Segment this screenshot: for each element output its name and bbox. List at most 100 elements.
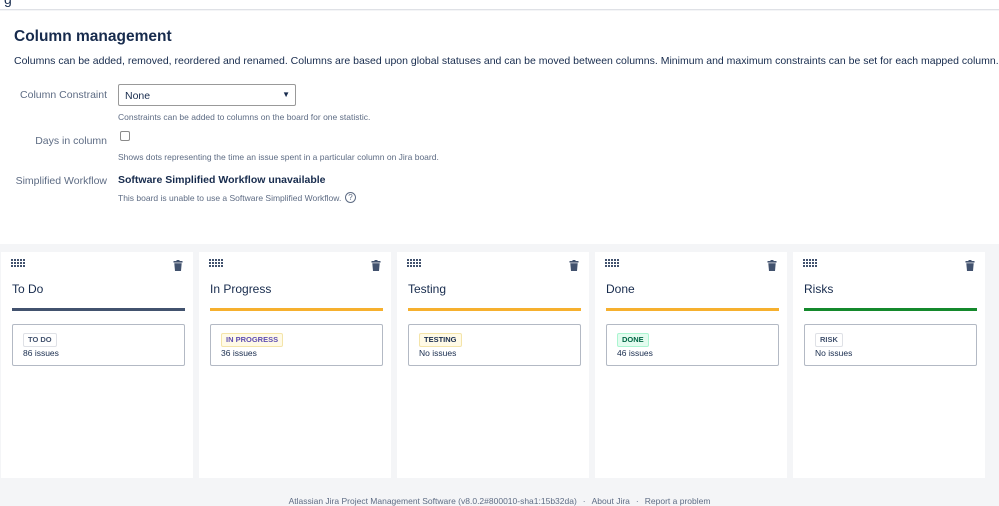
grip-dot [611, 262, 613, 264]
column-color-bar [804, 308, 977, 311]
grip-dot [806, 265, 808, 267]
top-bar-partial-text: g [4, 0, 12, 7]
grip-dot [20, 265, 22, 267]
grip-dot [407, 259, 409, 261]
column-color-bar [210, 308, 383, 311]
issue-count: No issues [419, 348, 457, 358]
grip-dot [617, 262, 619, 264]
trash-icon[interactable] [767, 260, 777, 271]
board-column: Testing TESTING No issues [397, 252, 589, 478]
grip-dot [20, 259, 22, 261]
grip-dot [11, 265, 13, 267]
status-card[interactable]: DONE 46 issues [606, 324, 779, 366]
top-bar: g [0, 0, 999, 10]
status-lozenge: TESTING [419, 333, 462, 347]
issue-count: 46 issues [617, 348, 653, 358]
trash-icon[interactable] [173, 260, 183, 271]
column-color-bar [606, 308, 779, 311]
grip-dot [806, 262, 808, 264]
drag-handle-icon[interactable] [209, 259, 223, 268]
drag-handle-icon[interactable] [605, 259, 619, 268]
status-lozenge: RISK [815, 333, 843, 347]
grip-dot [23, 259, 25, 261]
grip-dot [806, 259, 808, 261]
about-jira-link[interactable]: About Jira [592, 496, 630, 506]
grip-dot [11, 262, 13, 264]
grip-dot [212, 259, 214, 261]
trash-icon[interactable] [965, 260, 975, 271]
grip-dot [215, 265, 217, 267]
page-description: Columns can be added, removed, reordered… [14, 55, 999, 67]
grip-dot [416, 262, 418, 264]
trash-icon[interactable] [371, 260, 381, 271]
column-title[interactable]: Testing [408, 282, 446, 296]
grip-dot [614, 259, 616, 261]
grip-dot [209, 259, 211, 261]
column-color-bar [12, 308, 185, 311]
status-lozenge: DONE [617, 333, 649, 347]
column-title[interactable]: In Progress [210, 282, 271, 296]
drag-handle-icon[interactable] [803, 259, 817, 268]
days-in-column-label: Days in column [35, 135, 107, 147]
grip-dot [605, 262, 607, 264]
grip-dot [416, 259, 418, 261]
column-title[interactable]: To Do [12, 282, 43, 296]
grip-dot [809, 265, 811, 267]
simplified-workflow-help: This board is unable to use a Software S… [118, 193, 342, 203]
grip-dot [14, 265, 16, 267]
status-lozenge: TO DO [23, 333, 57, 347]
grip-dot [410, 265, 412, 267]
days-in-column-checkbox[interactable] [120, 131, 130, 141]
grip-dot [608, 262, 610, 264]
days-in-column-help: Shows dots representing the time an issu… [118, 152, 439, 162]
status-card[interactable]: TO DO 86 issues [12, 324, 185, 366]
grip-dot [803, 265, 805, 267]
status-card[interactable]: RISK No issues [804, 324, 977, 366]
grip-dot [608, 259, 610, 261]
grip-dot [17, 259, 19, 261]
board-column: Risks RISK No issues [793, 252, 985, 478]
grip-dot [812, 265, 814, 267]
grip-dot [23, 265, 25, 267]
grip-dot [809, 262, 811, 264]
settings-panel: Column management Columns can be added, … [0, 11, 999, 244]
grip-dot [17, 262, 19, 264]
column-constraint-select[interactable]: None ▼ [118, 84, 296, 106]
drag-handle-icon[interactable] [11, 259, 25, 268]
grip-dot [617, 265, 619, 267]
grip-dot [419, 259, 421, 261]
trash-icon[interactable] [569, 260, 579, 271]
footer-separator: · [582, 496, 586, 506]
drag-handle-icon[interactable] [407, 259, 421, 268]
status-card[interactable]: IN PROGRESS 36 issues [210, 324, 383, 366]
grip-dot [416, 265, 418, 267]
grip-dot [605, 259, 607, 261]
grip-dot [608, 265, 610, 267]
issue-count: 36 issues [221, 348, 257, 358]
column-constraint-help: Constraints can be added to columns on t… [118, 112, 371, 122]
question-circle-icon[interactable]: ? [345, 192, 356, 203]
grip-dot [11, 259, 13, 261]
issue-count: 86 issues [23, 348, 59, 358]
column-title[interactable]: Done [606, 282, 635, 296]
grip-dot [14, 262, 16, 264]
grip-dot [803, 262, 805, 264]
grip-dot [413, 259, 415, 261]
grip-dot [815, 265, 817, 267]
board-column: To Do TO DO 86 issues [1, 252, 193, 478]
report-problem-link[interactable]: Report a problem [645, 496, 711, 506]
page-title: Column management [14, 28, 172, 45]
caret-down-icon: ▼ [282, 90, 290, 99]
grip-dot [221, 259, 223, 261]
grip-dot [218, 265, 220, 267]
grip-dot [23, 262, 25, 264]
column-constraint-label: Column Constraint [20, 89, 107, 101]
grip-dot [419, 262, 421, 264]
grip-dot [212, 262, 214, 264]
grip-dot [614, 262, 616, 264]
grip-dot [413, 262, 415, 264]
column-title[interactable]: Risks [804, 282, 833, 296]
status-card[interactable]: TESTING No issues [408, 324, 581, 366]
page-footer: Atlassian Jira Project Management Softwa… [0, 478, 999, 506]
grip-dot [407, 265, 409, 267]
